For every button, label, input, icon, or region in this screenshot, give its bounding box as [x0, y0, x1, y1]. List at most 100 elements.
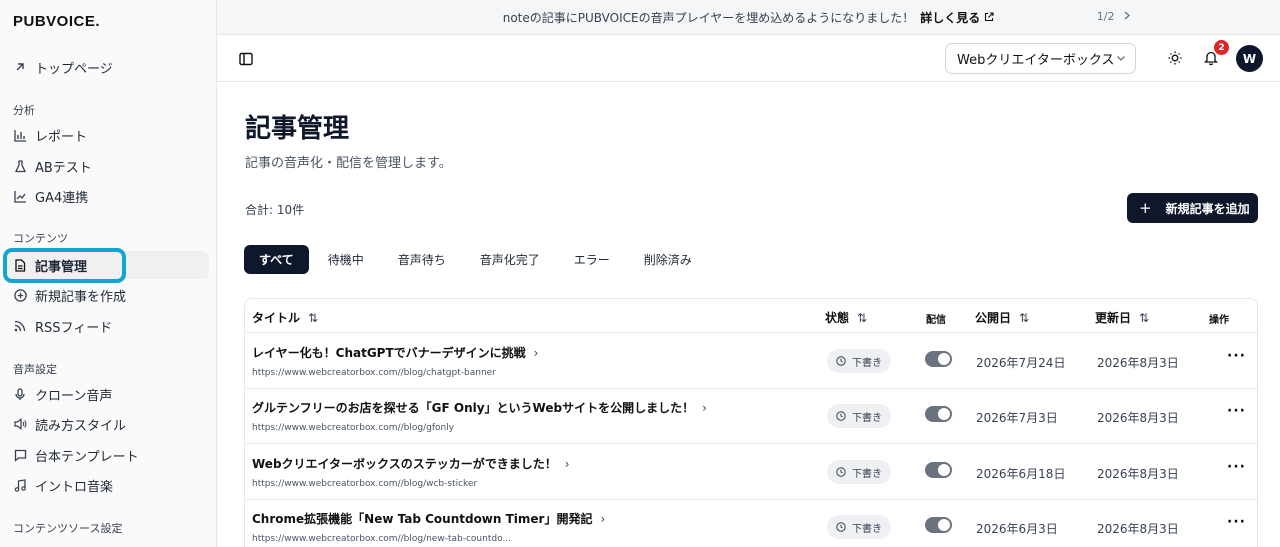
app-logo[interactable]: PUBVOICE. — [13, 13, 100, 30]
updated-date: 2026年8月3日 — [1097, 411, 1179, 425]
tab-waiting[interactable]: 待機中 — [313, 245, 379, 274]
focus-highlight — [3, 248, 126, 283]
external-link-icon — [984, 12, 994, 22]
sidebar-item-ab-test[interactable]: ABテスト — [4, 152, 209, 180]
column-title[interactable]: タイトル ⇅ — [252, 309, 318, 326]
column-distribution: 配信 — [926, 311, 946, 326]
more-actions-icon[interactable]: ··· — [1227, 403, 1246, 419]
sidebar-item-top-page[interactable]: トップページ — [4, 53, 209, 81]
status-badge-label: 下書き — [852, 523, 882, 535]
total-count: 合計: 10件 — [245, 203, 305, 217]
plus-icon: + — [1139, 199, 1152, 217]
sidebar-item-new-article[interactable]: 新規記事を作成 — [4, 281, 209, 309]
updated-date: 2026年8月3日 — [1097, 467, 1179, 481]
status-tabs: すべて 待機中 音声待ち 音声化完了 エラー 削除済み — [244, 244, 711, 274]
site-select-value: Webクリエイターボックス — [957, 53, 1115, 68]
sun-icon[interactable] — [1167, 50, 1183, 66]
more-actions-icon[interactable]: ··· — [1227, 514, 1246, 530]
bar-chart-icon — [13, 128, 27, 142]
more-actions-icon[interactable]: ··· — [1227, 348, 1246, 364]
status-badge: 下書き — [827, 460, 891, 484]
status-badge-label: 下書き — [852, 412, 882, 424]
column-actions: 操作 — [1209, 311, 1229, 326]
sidebar-item-label: 読み方スタイル — [35, 418, 127, 434]
sidebar-section-voice-settings: 音声設定 — [13, 363, 57, 376]
column-status[interactable]: 状態 ⇅ — [825, 309, 867, 326]
table-row[interactable]: Webクリエイターボックスのステッカーができました！ › https://www.… — [245, 445, 1257, 500]
tab-voice-done[interactable]: 音声化完了 — [465, 245, 555, 274]
toggle-knob — [938, 519, 950, 531]
sort-icon[interactable]: ⇅ — [1019, 311, 1029, 325]
clock-icon — [836, 522, 846, 532]
distribution-toggle[interactable] — [925, 351, 952, 367]
sort-icon[interactable]: ⇅ — [308, 311, 318, 325]
status-badge-label: 下書き — [852, 468, 882, 480]
article-title: Webクリエイターボックスのステッカーができました！ — [252, 457, 557, 471]
sidebar-item-label: トップページ — [35, 61, 113, 77]
sort-icon[interactable]: ⇅ — [857, 311, 867, 325]
flask-icon — [13, 159, 27, 173]
add-article-button[interactable]: + 新規記事を追加 — [1127, 193, 1258, 223]
chevron-right-icon: › — [600, 512, 606, 526]
sidebar-item-ga4[interactable]: GA4連携 — [4, 182, 209, 210]
tab-all[interactable]: すべて — [244, 244, 309, 274]
article-title-link[interactable]: Chrome拡張機能「New Tab Countdown Timer」開発記 › — [252, 510, 605, 527]
tab-error[interactable]: エラー — [559, 245, 625, 274]
column-updated[interactable]: 更新日 ⇅ — [1095, 309, 1149, 326]
sidebar-item-label: RSSフィード — [35, 320, 113, 336]
distribution-toggle[interactable] — [925, 462, 952, 478]
site-select[interactable]: Webクリエイターボックス — [945, 43, 1136, 74]
status-badge: 下書き — [827, 515, 891, 539]
article-url: https://www.webcreatorbox.com//blog/new-… — [252, 534, 511, 544]
chevron-right-icon: › — [533, 346, 539, 360]
sidebar-item-rss[interactable]: RSSフィード — [4, 312, 209, 340]
table-row[interactable]: レイヤー化も！ChatGPTでバナーデザインに挑戦 › https://www.w… — [245, 334, 1257, 389]
distribution-toggle[interactable] — [925, 406, 952, 422]
notification-badge: 2 — [1214, 40, 1229, 55]
banner-more-link[interactable]: 詳しく見る — [920, 9, 980, 26]
column-title-label: タイトル — [252, 311, 301, 325]
toggle-knob — [938, 408, 950, 420]
clock-icon — [836, 467, 846, 477]
distribution-toggle[interactable] — [925, 517, 952, 533]
sidebar-item-intro-music[interactable]: イントロ音楽 — [4, 471, 209, 499]
sidebar-item-label: レポート — [35, 129, 88, 145]
message-square-icon — [13, 448, 27, 462]
article-title: Chrome拡張機能「New Tab Countdown Timer」開発記 — [252, 512, 593, 526]
sidebar-toggle-icon[interactable] — [239, 51, 253, 66]
sidebar-item-label: GA4連携 — [35, 190, 89, 206]
page-subtitle: 記事の音声化・配信を管理します。 — [245, 156, 452, 171]
tab-voice-pending[interactable]: 音声待ち — [383, 245, 461, 274]
article-title-link[interactable]: Webクリエイターボックスのステッカーができました！ › — [252, 455, 570, 472]
sidebar-item-clone-voice[interactable]: クローン音声 — [4, 380, 209, 408]
more-actions-icon[interactable]: ··· — [1227, 459, 1246, 475]
sidebar-item-report[interactable]: レポート — [4, 121, 209, 149]
published-date: 2026年7月24日 — [976, 356, 1066, 370]
article-url: https://www.webcreatorbox.com//blog/chat… — [252, 368, 496, 378]
article-title: レイヤー化も！ChatGPTでバナーデザインに挑戦 — [252, 346, 526, 360]
rss-icon — [13, 319, 27, 333]
add-article-button-label: 新規記事を追加 — [1165, 201, 1250, 216]
article-url: https://www.webcreatorbox.com//blog/wcb-… — [252, 479, 478, 489]
toggle-knob — [938, 353, 950, 365]
table-row[interactable]: グルテンフリーのお店を探せる「GF Only」というWebサイトを公開しました！… — [245, 389, 1257, 444]
published-date: 2026年6月18日 — [976, 467, 1066, 481]
sidebar-item-label: クローン音声 — [35, 388, 113, 404]
tab-deleted[interactable]: 削除済み — [629, 245, 707, 274]
avatar[interactable]: W — [1236, 45, 1263, 72]
sidebar-item-reading-style[interactable]: 読み方スタイル — [4, 410, 209, 438]
article-title-link[interactable]: グルテンフリーのお店を探せる「GF Only」というWebサイトを公開しました！… — [252, 399, 707, 416]
chevron-right-icon[interactable] — [1124, 10, 1130, 23]
column-published[interactable]: 公開日 ⇅ — [975, 309, 1029, 326]
table-row[interactable]: Chrome拡張機能「New Tab Countdown Timer」開発記 › … — [245, 500, 1257, 547]
sidebar-item-script-template[interactable]: 台本テンプレート — [4, 441, 209, 469]
column-distribution-label: 配信 — [926, 315, 946, 326]
column-status-label: 状態 — [825, 311, 850, 325]
sort-icon[interactable]: ⇅ — [1139, 311, 1149, 325]
banner-pager[interactable]: 1/2 — [1097, 10, 1130, 23]
sidebar-item-label: ABテスト — [35, 160, 92, 176]
chevron-right-icon: › — [564, 457, 570, 471]
article-title-link[interactable]: レイヤー化も！ChatGPTでバナーデザインに挑戦 › — [252, 344, 538, 361]
table-header: タイトル ⇅ 状態 ⇅ 配信 公開日 ⇅ 更新日 ⇅ 操作 — [245, 299, 1257, 333]
updated-date: 2026年8月3日 — [1097, 356, 1179, 370]
